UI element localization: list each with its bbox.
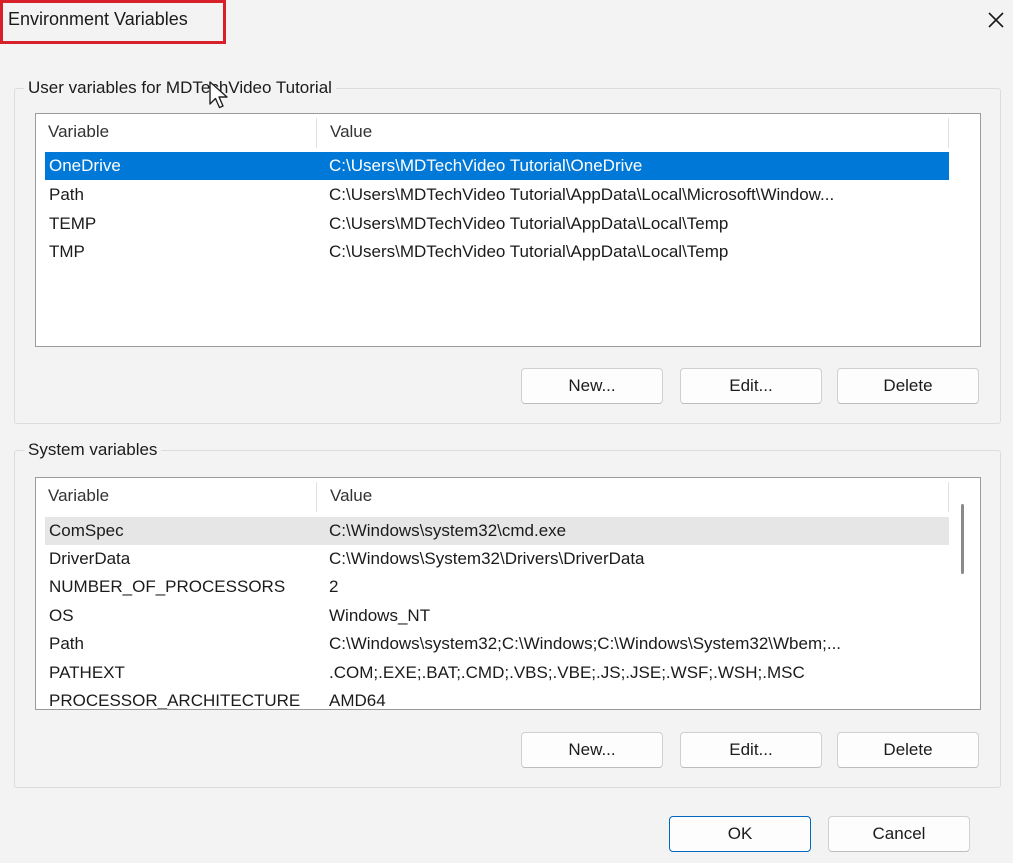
cell-variable: TMP <box>49 242 85 261</box>
column-divider[interactable] <box>948 118 949 148</box>
cell-variable: OneDrive <box>49 156 121 175</box>
cell-variable: PROCESSOR_ARCHITECTURE <box>49 691 301 710</box>
system-list-header: Variable Value <box>36 478 980 514</box>
system-edit-button[interactable]: Edit... <box>680 732 822 768</box>
system-delete-button[interactable]: Delete <box>837 732 979 768</box>
cancel-button[interactable]: Cancel <box>828 816 970 852</box>
column-divider[interactable] <box>316 118 317 148</box>
user-variables-label: User variables for MDTechVideo Tutorial <box>24 78 336 98</box>
scrollbar-thumb[interactable] <box>961 504 964 574</box>
cell-variable: Path <box>49 185 84 204</box>
system-variables-label: System variables <box>24 440 162 460</box>
table-row[interactable]: PROCESSOR_ARCHITECTURE AMD64 <box>45 687 949 710</box>
column-header-variable[interactable]: Variable <box>36 478 316 514</box>
user-delete-button[interactable]: Delete <box>837 368 979 404</box>
cell-value: C:\Users\MDTechVideo Tutorial\AppData\Lo… <box>329 185 835 204</box>
column-divider[interactable] <box>948 482 949 512</box>
table-row[interactable]: DriverData C:\Windows\System32\Drivers\D… <box>45 545 949 573</box>
table-row[interactable]: Path C:\Users\MDTechVideo Tutorial\AppDa… <box>45 181 949 209</box>
cell-value: 2 <box>329 577 339 596</box>
cell-value: .COM;.EXE;.BAT;.CMD;.VBS;.VBE;.JS;.JSE;.… <box>329 663 805 682</box>
title-highlight-box <box>0 0 226 44</box>
user-edit-button[interactable]: Edit... <box>680 368 822 404</box>
cell-variable: OS <box>49 606 74 625</box>
cell-value: C:\Windows\System32\Drivers\DriverData <box>329 549 645 568</box>
table-row[interactable]: TEMP C:\Users\MDTechVideo Tutorial\AppDa… <box>45 210 949 238</box>
cell-variable: DriverData <box>49 549 131 568</box>
cell-value: C:\Windows\system32;C:\Windows;C:\Window… <box>329 634 842 653</box>
column-divider[interactable] <box>316 482 317 512</box>
table-row[interactable]: ComSpec C:\Windows\system32\cmd.exe <box>45 517 949 545</box>
table-row[interactable]: TMP C:\Users\MDTechVideo Tutorial\AppDat… <box>45 238 949 266</box>
title-bar: Environment Variables <box>0 0 1013 44</box>
user-list-header: Variable Value <box>36 114 980 150</box>
vertical-scrollbar[interactable] <box>958 504 968 704</box>
cell-value: AMD64 <box>329 691 386 710</box>
cell-value: C:\Users\MDTechVideo Tutorial\AppData\Lo… <box>329 214 729 233</box>
table-row[interactable]: OS Windows_NT <box>45 602 949 630</box>
column-header-value[interactable]: Value <box>318 114 948 150</box>
user-variables-list[interactable]: Variable Value OneDrive C:\Users\MDTechV… <box>35 113 981 347</box>
column-header-variable[interactable]: Variable <box>36 114 316 150</box>
cell-variable: NUMBER_OF_PROCESSORS <box>49 577 286 596</box>
cell-value: Windows_NT <box>329 606 431 625</box>
table-row[interactable]: OneDrive C:\Users\MDTechVideo Tutorial\O… <box>45 152 949 180</box>
column-header-value[interactable]: Value <box>318 478 948 514</box>
cell-value: C:\Windows\system32\cmd.exe <box>329 521 567 540</box>
cell-value: C:\Users\MDTechVideo Tutorial\AppData\Lo… <box>329 242 729 261</box>
close-button[interactable] <box>980 4 1012 36</box>
system-new-button[interactable]: New... <box>521 732 663 768</box>
close-icon <box>988 12 1004 28</box>
user-new-button[interactable]: New... <box>521 368 663 404</box>
cell-variable: Path <box>49 634 84 653</box>
table-row[interactable]: PATHEXT .COM;.EXE;.BAT;.CMD;.VBS;.VBE;.J… <box>45 659 949 687</box>
cell-variable: PATHEXT <box>49 663 125 682</box>
cell-value: C:\Users\MDTechVideo Tutorial\OneDrive <box>329 156 643 175</box>
system-variables-list[interactable]: Variable Value ComSpec C:\Windows\system… <box>35 477 981 710</box>
cell-variable: TEMP <box>49 214 97 233</box>
table-row[interactable]: NUMBER_OF_PROCESSORS 2 <box>45 573 949 601</box>
cell-variable: ComSpec <box>49 521 124 540</box>
table-row[interactable]: Path C:\Windows\system32;C:\Windows;C:\W… <box>45 630 949 658</box>
ok-button[interactable]: OK <box>669 816 811 852</box>
